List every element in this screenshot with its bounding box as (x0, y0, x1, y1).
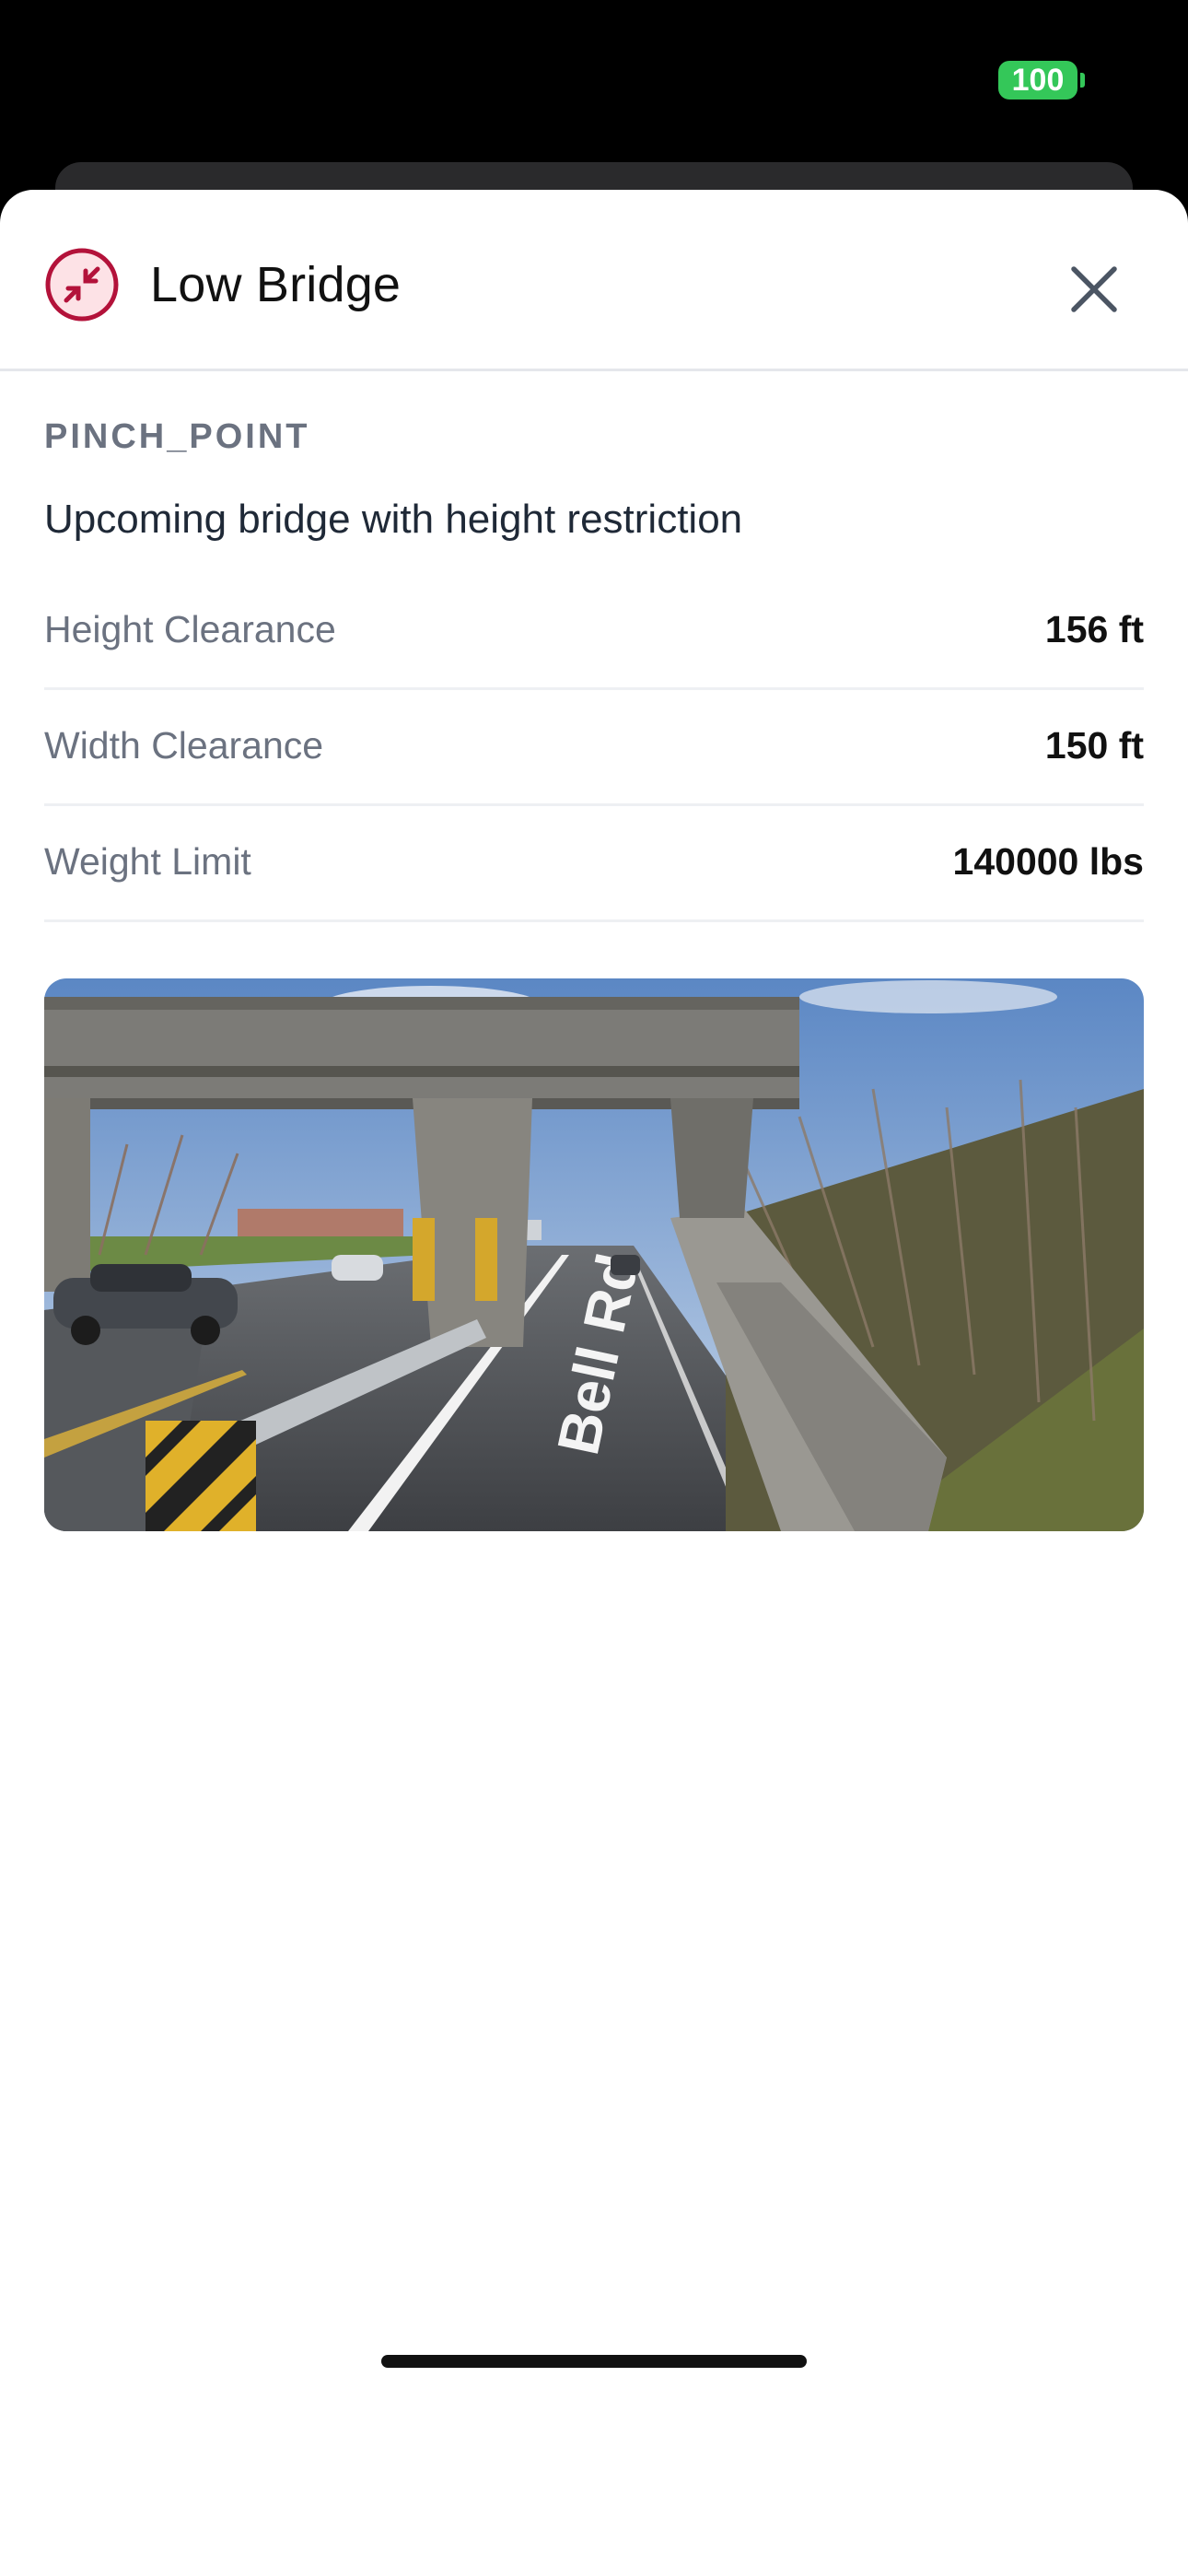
close-button[interactable] (1059, 254, 1129, 324)
detail-row-width: Width Clearance 150 ft (44, 687, 1144, 806)
detail-label: Height Clearance (44, 608, 336, 650)
bridge-photo-illustration: Bell Rd (44, 978, 1144, 1531)
sheet-title: Low Bridge (150, 257, 402, 312)
close-icon (1071, 266, 1117, 312)
detail-value: 156 ft (1044, 608, 1144, 650)
detail-label: Width Clearance (44, 724, 324, 767)
bridge-photo[interactable]: Bell Rd (44, 978, 1144, 1531)
battery-tip (1080, 73, 1085, 88)
sheet-header: Low Bridge (0, 190, 1188, 371)
status-bar: 100 (0, 0, 1188, 157)
detail-label: Weight Limit (44, 840, 251, 883)
hazard-category: PINCH_POINT (44, 417, 310, 456)
hazard-detail-sheet: Low Bridge PINCH_POINT Upcoming bridge w… (0, 190, 1188, 2576)
pinch-point-icon (45, 248, 119, 322)
battery-level: 100 (1011, 63, 1065, 98)
home-indicator[interactable] (381, 2355, 807, 2368)
detail-value: 150 ft (1044, 724, 1144, 767)
detail-value: 140000 lbs (952, 840, 1144, 883)
detail-row-height: Height Clearance 156 ft (44, 571, 1144, 690)
hazard-description: Upcoming bridge with height restriction (44, 497, 743, 542)
detail-row-weight: Weight Limit 140000 lbs (44, 803, 1144, 922)
battery-indicator: 100 (998, 61, 1077, 100)
